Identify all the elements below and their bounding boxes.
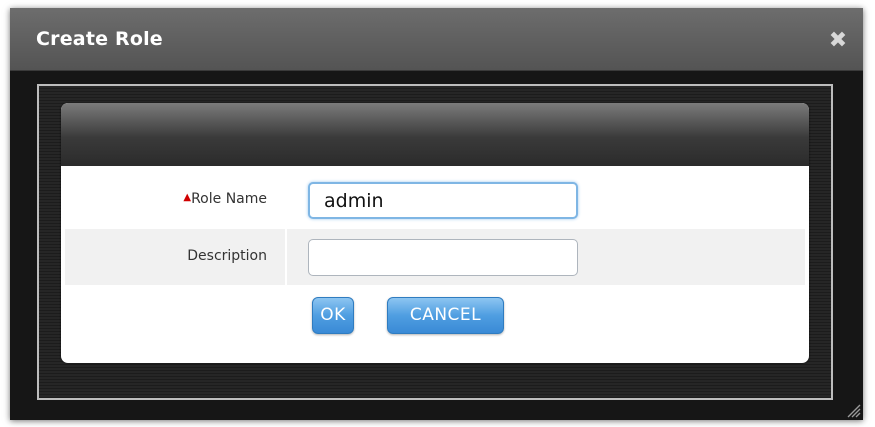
role-name-row: ▲Role Name (65, 172, 805, 228)
dialog-titlebar[interactable]: Create Role ✖ (10, 8, 863, 71)
role-name-label-text: Role Name (191, 191, 267, 207)
description-input[interactable] (308, 239, 578, 276)
form-panel: ▲Role Name Description OK CANCEL (61, 103, 809, 363)
description-label-cell: Description (65, 229, 287, 285)
role-name-input[interactable] (308, 182, 578, 219)
create-role-dialog: Create Role ✖ ▲Role Name Description OK … (10, 8, 863, 420)
role-name-label-cell: ▲Role Name (65, 172, 285, 228)
dialog-title: Create Role (36, 28, 163, 50)
form-panel-header (61, 103, 809, 166)
resize-grip-icon[interactable] (845, 402, 861, 418)
role-name-label: ▲Role Name (183, 191, 267, 207)
ok-button[interactable]: OK (312, 297, 354, 334)
description-row: Description (65, 229, 805, 285)
form-buttons: OK CANCEL (61, 293, 809, 337)
dialog-content-frame: ▲Role Name Description OK CANCEL (37, 84, 833, 400)
description-label: Description (187, 248, 267, 264)
cancel-button[interactable]: CANCEL (387, 297, 504, 334)
required-icon: ▲ (183, 192, 192, 203)
close-icon[interactable]: ✖ (827, 30, 849, 52)
